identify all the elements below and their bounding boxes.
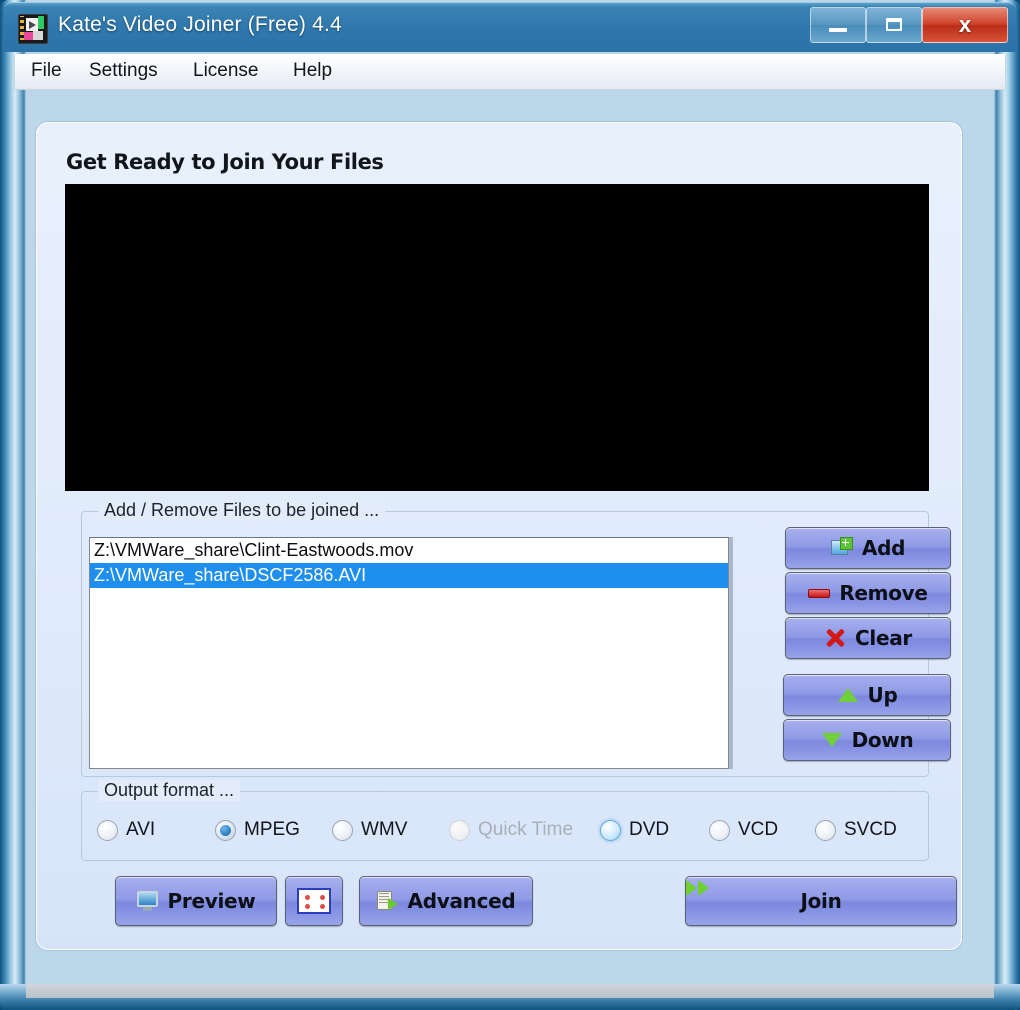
minimize-button[interactable] bbox=[810, 7, 866, 43]
move-up-button[interactable]: Up bbox=[783, 674, 951, 716]
radio-avi[interactable]: AVI bbox=[97, 819, 155, 841]
application-window: Kate's Video Joiner (Free) 4.4 x File Se… bbox=[0, 0, 1020, 1010]
list-item[interactable]: Z:\VMWare_share\Clint-Eastwoods.mov bbox=[90, 538, 728, 563]
advanced-button[interactable]: Advanced bbox=[359, 876, 533, 926]
add-button[interactable]: Add bbox=[785, 527, 951, 569]
main-panel: Get Ready to Join Your Files Add / Remov… bbox=[36, 122, 962, 950]
radio-dvd-label: DVD bbox=[629, 819, 670, 840]
radio-mpeg[interactable]: MPEG bbox=[215, 819, 300, 841]
title-bar[interactable]: Kate's Video Joiner (Free) 4.4 x bbox=[4, 2, 1016, 52]
minimize-icon bbox=[829, 28, 847, 33]
radio-quick-time-label: Quick Time bbox=[478, 819, 574, 840]
clear-button[interactable]: Clear bbox=[785, 617, 951, 659]
filmstrip-icon bbox=[297, 888, 331, 914]
files-group-title: Add / Remove Files to be joined ... bbox=[98, 500, 386, 521]
radio-icon-hovered bbox=[600, 819, 621, 841]
status-strip bbox=[26, 984, 994, 998]
advanced-settings-icon bbox=[376, 890, 399, 912]
down-button-label: Down bbox=[851, 728, 914, 752]
preview-button-label: Preview bbox=[167, 889, 256, 913]
maximize-icon bbox=[886, 18, 902, 31]
radio-dvd[interactable]: DVD bbox=[600, 819, 669, 841]
listbox-scrollbar[interactable] bbox=[729, 537, 733, 769]
fast-forward-icon bbox=[686, 880, 710, 896]
add-button-label: Add bbox=[861, 536, 906, 560]
monitor-icon bbox=[136, 890, 159, 912]
arrow-down-icon bbox=[821, 729, 843, 751]
filmstrip-button[interactable] bbox=[285, 876, 343, 926]
radio-svcd-label: SVCD bbox=[844, 819, 897, 840]
radio-icon-selected bbox=[215, 819, 236, 841]
radio-svcd[interactable]: SVCD bbox=[815, 819, 897, 841]
close-icon: x bbox=[958, 12, 972, 37]
radio-icon bbox=[332, 819, 353, 841]
advanced-button-label: Advanced bbox=[407, 889, 516, 913]
page-title: Get Ready to Join Your Files bbox=[66, 150, 384, 174]
radio-wmv-label: WMV bbox=[361, 819, 408, 840]
radio-vcd-label: VCD bbox=[738, 819, 779, 840]
minus-icon bbox=[808, 582, 831, 604]
remove-button-label: Remove bbox=[839, 581, 928, 605]
output-format-title: Output format ... bbox=[98, 780, 241, 801]
menu-bar: File Settings License Help bbox=[14, 54, 1006, 90]
file-listbox[interactable]: Z:\VMWare_share\Clint-Eastwoods.mov Z:\V… bbox=[89, 537, 729, 769]
maximize-button[interactable] bbox=[866, 7, 922, 43]
join-button[interactable]: Join bbox=[685, 876, 957, 926]
video-preview-area[interactable] bbox=[65, 184, 929, 491]
up-button-label: Up bbox=[867, 683, 898, 707]
radio-icon bbox=[97, 819, 118, 841]
radio-vcd[interactable]: VCD bbox=[709, 819, 778, 841]
radio-avi-label: AVI bbox=[126, 819, 156, 840]
radio-icon bbox=[815, 819, 836, 841]
list-item[interactable]: Z:\VMWare_share\DSCF2586.AVI bbox=[90, 563, 728, 588]
radio-wmv[interactable]: WMV bbox=[332, 819, 407, 841]
join-button-label: Join bbox=[800, 889, 842, 913]
arrow-up-icon bbox=[837, 684, 859, 706]
radio-quick-time: Quick Time bbox=[449, 819, 573, 841]
window-frame-left bbox=[0, 0, 26, 1010]
radio-icon bbox=[709, 819, 730, 841]
menu-item-help[interactable]: Help bbox=[293, 60, 332, 82]
window-title: Kate's Video Joiner (Free) 4.4 bbox=[58, 13, 342, 36]
radio-mpeg-label: MPEG bbox=[244, 819, 300, 840]
move-down-button[interactable]: Down bbox=[783, 719, 951, 761]
remove-button[interactable]: Remove bbox=[785, 572, 951, 614]
menu-item-license[interactable]: License bbox=[193, 60, 259, 82]
window-frame-right bbox=[994, 0, 1020, 1010]
app-icon bbox=[18, 14, 48, 44]
menu-item-settings[interactable]: Settings bbox=[89, 60, 158, 82]
add-image-icon bbox=[830, 537, 853, 559]
close-x-icon bbox=[824, 627, 846, 649]
preview-button[interactable]: Preview bbox=[115, 876, 277, 926]
close-button[interactable]: x bbox=[922, 7, 1008, 43]
radio-icon-disabled bbox=[449, 819, 470, 841]
menu-item-file[interactable]: File bbox=[31, 60, 62, 82]
clear-button-label: Clear bbox=[855, 626, 912, 650]
